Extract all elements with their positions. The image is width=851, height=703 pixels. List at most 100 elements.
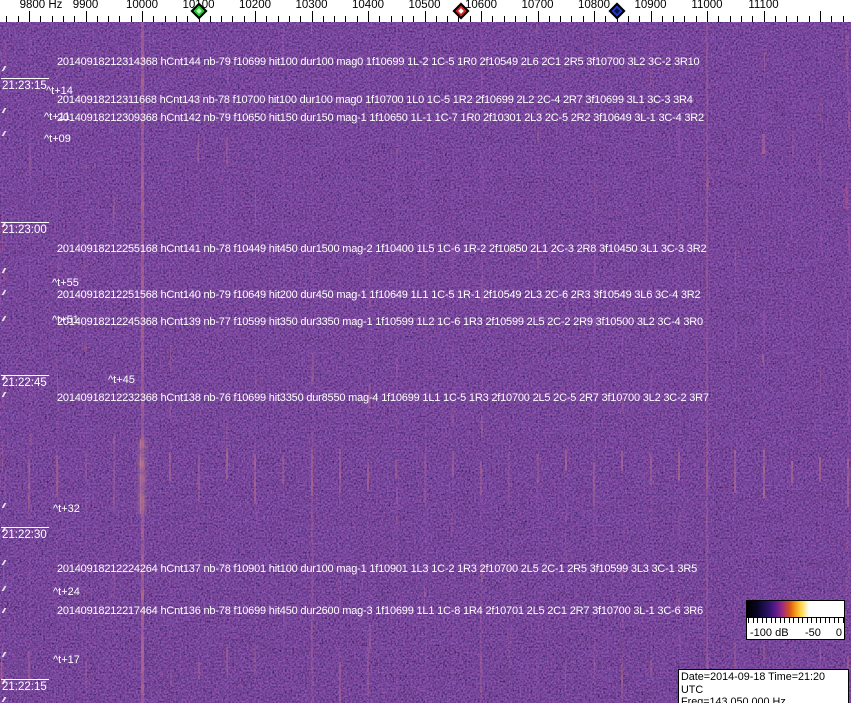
detection-line: 20140918212232368 hCnt138 nb-76 f10699 h… xyxy=(57,392,709,404)
freq-tick xyxy=(266,16,268,22)
freq-tick xyxy=(311,11,313,22)
time-minor-tick xyxy=(1,652,7,657)
detection-line: 20140918212251568 hCnt140 nb-79 f10649 h… xyxy=(57,289,701,301)
time-minor-tick xyxy=(1,503,7,508)
freq-tick xyxy=(684,16,686,22)
freq-tick xyxy=(571,16,573,22)
freq-tick xyxy=(108,16,110,22)
db-ruler-tick xyxy=(748,618,749,623)
freq-tick xyxy=(718,16,720,22)
freq-tick xyxy=(277,16,279,22)
freq-tick xyxy=(673,16,675,22)
db-ruler-tick xyxy=(806,618,808,623)
db-ruler-tick xyxy=(752,618,754,623)
freq-tick xyxy=(232,16,234,22)
freq-tick xyxy=(661,16,663,22)
freq-tick xyxy=(17,16,19,22)
event-marker: ^t+55 xyxy=(52,277,79,289)
freq-tick xyxy=(560,16,562,22)
db-gradient-bar xyxy=(746,600,845,618)
frequency-axis[interactable]: 9800 Hz990010000101001020010300104001050… xyxy=(0,0,851,22)
freq-tick xyxy=(492,16,494,22)
time-label: 21:23:00 xyxy=(1,222,49,236)
freq-tick xyxy=(288,16,290,22)
marker-red-diamond-icon[interactable] xyxy=(452,2,470,20)
spectrogram-canvas[interactable]: 21:23:15 21:23:00 21:22:45 21:22:30 21:22:15… xyxy=(0,22,851,703)
detection-line: 20140918212314368 hCnt144 nb-79 f10699 h… xyxy=(57,56,700,68)
freq-tick xyxy=(29,11,30,22)
detection-line: 20140918212245368 hCnt139 nb-77 f10599 h… xyxy=(57,316,703,328)
text-overlay-layer: 21:23:15 21:23:00 21:22:45 21:22:30 21:22:15… xyxy=(0,22,851,703)
db-color-scale: -100 dB -50 0 xyxy=(746,600,845,640)
detection-line: 20140918212255168 hCnt141 nb-78 f10449 h… xyxy=(57,243,707,255)
freq-label: 9800 Hz xyxy=(19,0,63,11)
freq-tick xyxy=(119,16,121,22)
freq-tick xyxy=(627,16,629,22)
freq-tick xyxy=(334,16,336,22)
freq-tick xyxy=(85,11,87,22)
time-minor-tick xyxy=(1,697,7,702)
freq-tick xyxy=(142,11,143,22)
db-ruler-tick xyxy=(815,618,817,623)
time-minor-tick xyxy=(1,268,7,273)
freq-tick xyxy=(187,16,189,22)
detection-line: 20140918212224264 hCnt137 nb-78 f10901 h… xyxy=(57,563,697,575)
freq-tick xyxy=(707,11,708,22)
event-marker: ^t+45 xyxy=(108,374,135,386)
freq-tick xyxy=(774,16,776,22)
freq-tick xyxy=(390,16,392,22)
freq-tick xyxy=(695,16,697,22)
freq-tick xyxy=(221,16,223,22)
db-label-mid: -50 xyxy=(805,627,821,639)
freq-tick xyxy=(62,16,64,22)
db-ruler-tick xyxy=(793,618,795,623)
freq-label: 10700 xyxy=(521,0,554,11)
marker-green-diamond-icon[interactable] xyxy=(190,2,207,20)
freq-label: 9900 xyxy=(72,0,99,11)
freq-tick xyxy=(96,16,98,22)
db-ruler: -100 dB -50 0 xyxy=(746,618,845,640)
db-ruler-tick xyxy=(784,618,786,623)
time-minor-tick xyxy=(1,586,7,591)
freq-tick xyxy=(481,11,482,22)
db-ruler-tick xyxy=(766,618,768,623)
freq-tick xyxy=(729,16,731,22)
event-marker: ^t+51 xyxy=(52,314,79,326)
freq-tick xyxy=(763,11,765,22)
db-ruler-tick xyxy=(824,618,826,623)
db-ruler-tick xyxy=(829,618,831,623)
freq-tick xyxy=(130,16,132,22)
freq-tick xyxy=(255,11,256,22)
event-marker: ^t+32 xyxy=(53,503,80,515)
freq-tick xyxy=(831,16,833,22)
db-ruler-tick xyxy=(788,618,790,623)
freq-tick xyxy=(740,16,742,22)
freq-tick xyxy=(797,16,799,22)
time-minor-tick xyxy=(1,290,7,295)
freq-tick xyxy=(548,16,550,22)
db-ruler-tick xyxy=(757,618,759,623)
db-ruler-tick xyxy=(820,618,822,623)
time-minor-tick xyxy=(1,131,7,136)
spectrogram-app-window: 9800 Hz990010000101001020010300104001050… xyxy=(0,0,851,703)
freq-tick xyxy=(243,16,245,22)
db-ruler-tick xyxy=(842,618,844,623)
freq-tick xyxy=(639,16,641,22)
db-ruler-tick xyxy=(761,618,763,623)
freq-tick xyxy=(413,16,415,22)
freq-tick xyxy=(650,11,652,22)
freq-tick xyxy=(842,16,844,22)
db-ruler-tick xyxy=(797,618,799,623)
time-label: 21:22:15 xyxy=(1,679,49,693)
freq-tick xyxy=(786,16,788,22)
freq-label: 10800 xyxy=(578,0,610,11)
time-label: 21:22:45 xyxy=(1,375,49,389)
freq-tick xyxy=(345,16,347,22)
time-label: 21:22:30 xyxy=(1,527,49,541)
marker-blue-diamond-icon[interactable] xyxy=(608,2,626,20)
info-box: Date=2014-09-18 Time=21:20 UTC Freq=143 … xyxy=(678,669,849,703)
freq-tick xyxy=(40,16,42,22)
freq-tick xyxy=(605,16,607,22)
freq-tick xyxy=(447,16,449,22)
freq-tick xyxy=(820,11,821,22)
